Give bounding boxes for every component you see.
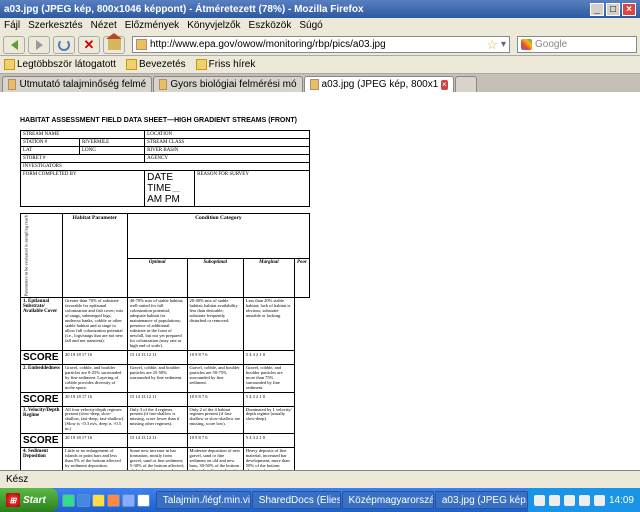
windows-logo-icon: ⊞ — [6, 493, 20, 507]
nav-toolbar: ✕ http://www.epa.gov/owow/monitoring/rbp… — [0, 34, 640, 56]
home-icon — [108, 39, 121, 50]
start-button[interactable]: ⊞ Start — [0, 488, 58, 512]
ql-icon[interactable] — [107, 494, 120, 507]
tab-favicon-icon — [159, 79, 167, 90]
tab-strip: Útmutató talajminőség felméréséhez r... … — [0, 74, 640, 92]
ql-icon[interactable] — [77, 494, 90, 507]
menu-bar: Fájl Szerkesztés Nézet Előzmények Könyvj… — [0, 18, 640, 34]
bookmark-news[interactable]: Friss hírek — [196, 59, 256, 70]
bookmark-star-icon[interactable]: ☆ — [486, 37, 498, 52]
url-text: http://www.epa.gov/owow/monitoring/rbp/p… — [150, 37, 483, 52]
window-title: a03.jpg (JPEG kép, 800x1046 képpont) - Á… — [4, 4, 364, 15]
stop-icon: ✕ — [84, 37, 95, 53]
ql-icon[interactable] — [137, 494, 150, 507]
window-controls: _ □ × — [590, 3, 636, 16]
quick-launch — [62, 494, 150, 507]
taskbar: ⊞ Start Talajmin./légf.min.vissz...Share… — [0, 488, 640, 512]
menu-history[interactable]: Előzmények — [125, 18, 179, 34]
menu-edit[interactable]: Szerkesztés — [28, 18, 82, 34]
tab-favicon-icon — [310, 79, 319, 90]
tray-icon[interactable] — [564, 495, 575, 506]
tray-icon[interactable] — [549, 495, 560, 506]
tray-icon[interactable] — [579, 495, 590, 506]
reload-button[interactable] — [53, 36, 75, 54]
tray-icon[interactable] — [594, 495, 605, 506]
clock[interactable]: 14:09 — [609, 495, 634, 506]
bookmark-most-visited[interactable]: Legtöbbször látogatott — [4, 59, 116, 70]
forward-button — [28, 36, 50, 54]
bookmarks-bar: Legtöbbször látogatott Bevezetés Friss h… — [0, 56, 640, 74]
search-placeholder: Google — [535, 39, 567, 50]
arrow-right-icon — [36, 40, 43, 50]
ql-icon[interactable] — [122, 494, 135, 507]
bookmark-intro[interactable]: Bevezetés — [126, 59, 186, 70]
window-titlebar: a03.jpg (JPEG kép, 800x1046 képpont) - Á… — [0, 0, 640, 18]
ql-icon[interactable] — [92, 494, 105, 507]
google-icon — [521, 39, 532, 50]
taskbar-task[interactable]: Középmagyarországi... — [342, 491, 434, 509]
taskbar-task[interactable]: SharedDocs (Eliesen) — [252, 491, 341, 509]
maximize-button[interactable]: □ — [606, 3, 620, 16]
main-table: Parameters to be evaluated in sampling r… — [20, 213, 310, 470]
menu-tools[interactable]: Eszközök — [249, 18, 292, 34]
tab-close-icon[interactable]: × — [441, 80, 448, 90]
page-content: HABITAT ASSESSMENT FIELD DATA SHEET—HIGH… — [0, 92, 640, 470]
arrow-left-icon — [11, 40, 18, 50]
tray-icon[interactable] — [534, 495, 545, 506]
folder-icon — [126, 59, 137, 70]
menu-view[interactable]: Nézet — [91, 18, 117, 34]
menu-help[interactable]: Súgó — [299, 18, 322, 34]
tab-1[interactable]: Útmutató talajminőség felméréséhez r... — [2, 76, 152, 92]
close-button[interactable]: × — [622, 3, 636, 16]
folder-icon — [4, 59, 15, 70]
taskbar-task[interactable]: a03.jpg (JPEG kép, 8... — [435, 491, 528, 509]
status-bar: Kész — [0, 470, 640, 488]
ql-icon[interactable] — [62, 494, 75, 507]
taskbar-task[interactable]: Talajmin./légf.min.vissz... — [156, 491, 251, 509]
menu-file[interactable]: Fájl — [4, 18, 20, 34]
document-image: HABITAT ASSESSMENT FIELD DATA SHEET—HIGH… — [20, 117, 310, 470]
doc-title: HABITAT ASSESSMENT FIELD DATA SHEET—HIGH… — [20, 117, 310, 124]
tab-favicon-icon — [8, 79, 16, 90]
system-tray: 14:09 — [528, 488, 640, 512]
tab-2[interactable]: Gyors biológiai felmérési módszer prot..… — [153, 76, 303, 92]
folder-icon — [196, 59, 207, 70]
status-text: Kész — [6, 474, 28, 485]
menu-bookmarks[interactable]: Könyvjelzők — [187, 18, 240, 34]
taskbar-tasks: Talajmin./légf.min.vissz...SharedDocs (E… — [156, 491, 528, 509]
dropdown-icon[interactable]: ▾ — [501, 37, 506, 52]
page-favicon-icon — [136, 39, 147, 50]
back-button[interactable] — [3, 36, 25, 54]
search-input[interactable]: Google — [517, 36, 637, 53]
url-input[interactable]: http://www.epa.gov/owow/monitoring/rbp/p… — [132, 36, 510, 53]
minimize-button[interactable]: _ — [590, 3, 604, 16]
home-button[interactable] — [103, 36, 125, 54]
tab-new[interactable] — [455, 76, 477, 92]
header-table: STREAM NAMELOCATION STATION #RIVERMILEST… — [20, 130, 310, 207]
reload-icon — [58, 39, 70, 51]
stop-button[interactable]: ✕ — [78, 36, 100, 54]
tab-3[interactable]: a03.jpg (JPEG kép, 800x1046 kép...× — [304, 76, 454, 92]
